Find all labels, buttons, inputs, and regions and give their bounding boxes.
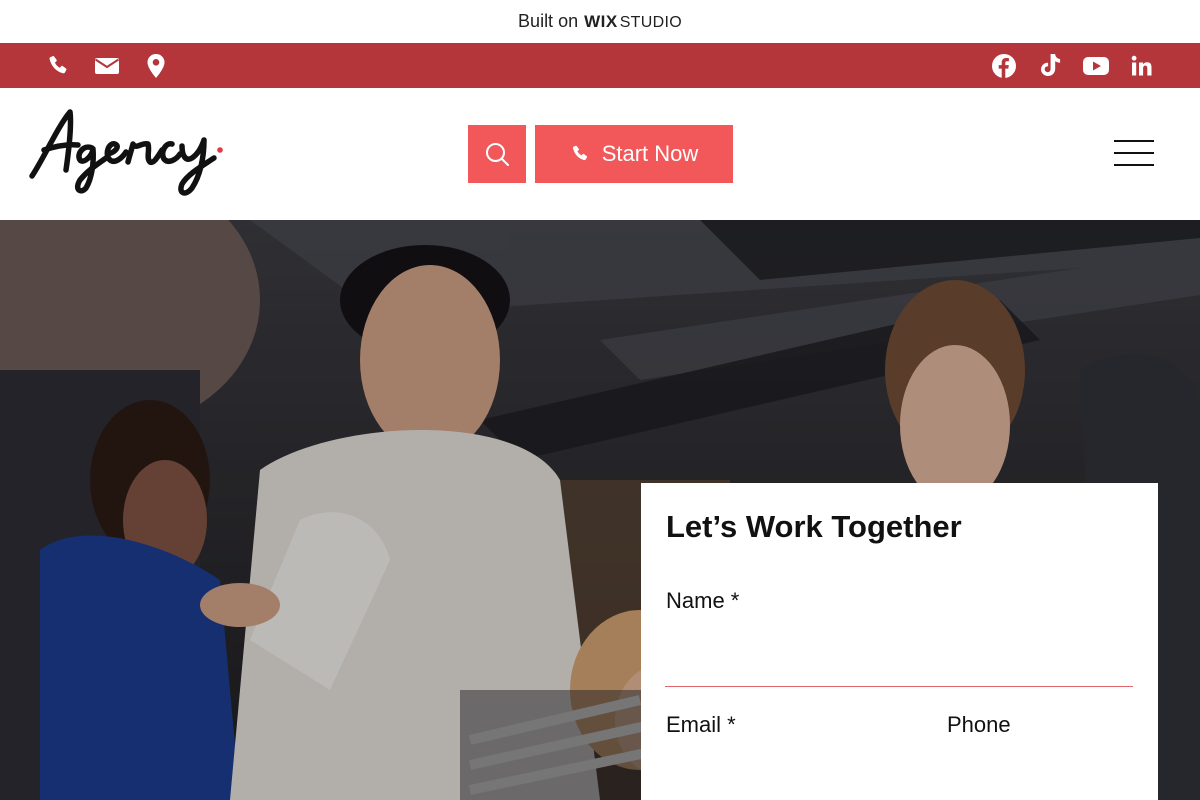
wix-studio-banner[interactable]: Built on WIX STUDIO: [0, 0, 1200, 43]
tiktok-icon[interactable]: [1036, 52, 1064, 80]
phone-icon[interactable]: [44, 52, 72, 80]
form-title: Let’s Work Together: [666, 509, 962, 544]
hamburger-icon-line: [1114, 152, 1154, 154]
phone-field-label: Phone: [947, 712, 1011, 737]
email-input[interactable]: [665, 753, 915, 800]
name-input[interactable]: [665, 633, 1133, 687]
map-pin-icon[interactable]: [142, 52, 170, 80]
site-header: Start Now: [0, 88, 1200, 220]
search-button[interactable]: [468, 125, 526, 183]
banner-prefix-text: Built on: [518, 11, 579, 31]
hamburger-icon-line: [1114, 164, 1154, 166]
facebook-icon[interactable]: [990, 52, 1018, 80]
envelope-icon[interactable]: [93, 52, 121, 80]
social-links: [972, 52, 1156, 80]
search-icon: [486, 143, 509, 166]
contact-links: [44, 52, 191, 80]
email-field-label: Email *: [666, 712, 736, 737]
agency-logo[interactable]: [26, 106, 226, 201]
studio-wordmark: STUDIO: [619, 13, 682, 31]
contact-form-card: Let’s Work Together Name * Email * Phone: [641, 483, 1158, 800]
start-now-button[interactable]: Start Now: [535, 125, 733, 183]
contact-bar: [0, 43, 1200, 88]
wix-studio-logo: WIX STUDIO: [584, 12, 682, 32]
hamburger-menu-button[interactable]: [1114, 138, 1156, 168]
hamburger-icon: [1114, 140, 1154, 142]
linkedin-icon[interactable]: [1128, 52, 1156, 80]
phone-icon: [570, 144, 590, 164]
wix-wordmark: WIX: [584, 11, 618, 31]
youtube-icon[interactable]: [1082, 52, 1110, 80]
name-field-label: Name *: [666, 588, 740, 613]
start-now-label: Start Now: [601, 141, 699, 166]
phone-input[interactable]: [946, 753, 1134, 800]
